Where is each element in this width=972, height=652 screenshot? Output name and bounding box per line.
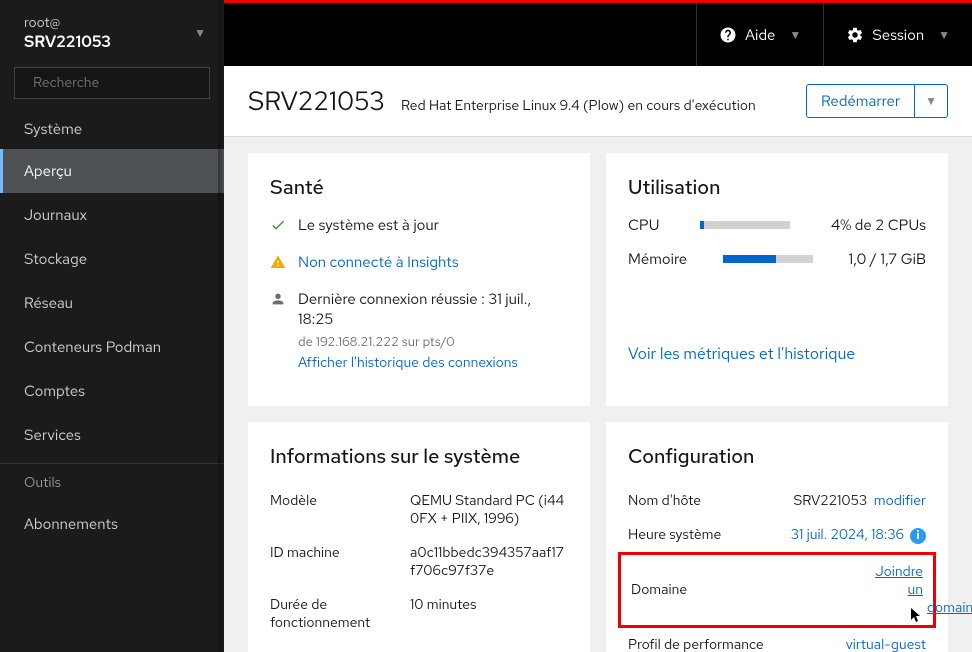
lastlogin-label: Dernière connexion réussie : <box>298 289 488 309</box>
user-name: root@ <box>24 14 111 32</box>
mem-label: Mémoire <box>628 249 687 269</box>
insights-link[interactable]: Non connecté à Insights <box>298 252 459 272</box>
sysinfo-title: Informations sur le système <box>270 444 568 470</box>
page-title: SRV221053 <box>248 84 385 118</box>
domain-label: Domaine <box>631 581 687 599</box>
edit-hostname-link[interactable]: modifier <box>874 492 926 510</box>
cpu-bar <box>700 221 790 229</box>
user-icon <box>270 291 286 312</box>
info-row-machineid: ID machine a0c11bbedc394357aaf17f706c97f… <box>270 536 568 588</box>
nav-item-storage[interactable]: Stockage <box>0 237 224 281</box>
nav-item-subscriptions[interactable]: Abonnements <box>0 502 224 546</box>
nav-section-tools: Outils <box>0 463 224 502</box>
cursor-icon <box>911 608 923 624</box>
user-dropdown[interactable]: root@ SRV221053 ▼ <box>0 0 224 67</box>
domain-highlight: Domaine Joindre un domaine <box>618 552 936 628</box>
config-title: Configuration <box>628 444 926 470</box>
reboot-button[interactable]: Redémarrer <box>806 84 915 118</box>
uptime-value: 10 minutes <box>410 596 568 632</box>
config-row-perf: Profil de performance virtual-guest <box>628 628 926 652</box>
join-domain-link[interactable]: Joindre un domaine <box>875 563 972 617</box>
health-card: Santé Le système est à jour Non connecté… <box>248 153 590 406</box>
perf-value-link[interactable]: virtual-guest <box>846 636 926 652</box>
time-label: Heure système <box>628 526 721 544</box>
nav-item-services[interactable]: Services <box>0 413 224 457</box>
chevron-down-icon: ▼ <box>938 27 950 43</box>
help-label: Aide <box>745 25 775 45</box>
page-header: SRV221053 Red Hat Enterprise Linux 9.4 (… <box>224 66 972 137</box>
hostname-label: Nom d'hôte <box>628 492 701 510</box>
gear-icon <box>846 26 864 44</box>
sidebar: root@ SRV221053 ▼ Système Aperçu Journau… <box>0 0 224 652</box>
model-value: QEMU Standard PC (i440FX + PIIX, 1996) <box>410 492 568 528</box>
cpu-label: CPU <box>628 215 659 235</box>
search-input[interactable] <box>14 67 210 99</box>
main: Aide ▼ Session ▼ SRV221053 Red Hat Enter… <box>224 0 972 652</box>
search-field[interactable] <box>33 74 201 92</box>
nav-item-network[interactable]: Réseau <box>0 281 224 325</box>
login-history-link[interactable]: Afficher l'historique des connexions <box>298 354 568 372</box>
info-row-uptime: Durée de fonctionnement 10 minutes <box>270 588 568 640</box>
config-row-domain: Domaine Joindre un domaine <box>631 563 923 617</box>
session-label: Session <box>872 25 924 45</box>
help-icon <box>719 26 737 44</box>
host-name: SRV221053 <box>24 32 111 53</box>
help-menu[interactable]: Aide ▼ <box>696 3 823 66</box>
nav-item-logs[interactable]: Journaux <box>0 193 224 237</box>
machineid-value: a0c11bbedc394357aaf17f706c97f37e <box>410 544 568 580</box>
machineid-label: ID machine <box>270 544 410 580</box>
topbar: Aide ▼ Session ▼ <box>224 0 972 66</box>
mem-bar <box>723 255 813 263</box>
perf-label: Profil de performance <box>628 636 764 652</box>
time-value-link[interactable]: 31 juil. 2024, 18:36 <box>791 526 904 544</box>
lastlogin-from: de 192.168.21.222 sur pts/0 <box>298 333 568 350</box>
metrics-link[interactable]: Voir les métriques et l'historique <box>628 343 926 364</box>
chevron-down-icon: ▼ <box>789 27 801 43</box>
reboot-caret[interactable]: ▼ <box>915 84 948 118</box>
nav-section-system: Système <box>0 109 224 149</box>
sysinfo-card: Informations sur le système Modèle QEMU … <box>248 422 590 652</box>
hostname-value: SRV221053 <box>793 492 867 510</box>
session-menu[interactable]: Session ▼ <box>823 3 972 66</box>
chevron-down-icon: ▼ <box>194 25 206 41</box>
health-title: Santé <box>270 175 568 201</box>
chevron-down-icon: ▼ <box>925 93 937 109</box>
nav-item-overview[interactable]: Aperçu <box>0 149 224 193</box>
warning-icon <box>270 254 286 275</box>
uptodate-text: Le système est à jour <box>298 215 439 235</box>
info-row-model: Modèle QEMU Standard PC (i440FX + PIIX, … <box>270 484 568 536</box>
check-icon <box>270 217 286 238</box>
usage-card: Utilisation CPU 4% de 2 CPUs Mémoire 1,0… <box>606 153 948 406</box>
config-card: Configuration Nom d'hôte SRV221053 modif… <box>606 422 948 652</box>
nav-item-accounts[interactable]: Comptes <box>0 369 224 413</box>
config-row-time: Heure système 31 juil. 2024, 18:36 i <box>628 518 926 552</box>
uptime-label: Durée de fonctionnement <box>270 596 410 632</box>
info-icon[interactable]: i <box>910 528 926 544</box>
mem-value: 1,0 / 1,7 GiB <box>849 249 926 269</box>
cpu-value: 4% de 2 CPUs <box>831 215 926 235</box>
page-subtitle: Red Hat Enterprise Linux 9.4 (Plow) en c… <box>401 97 756 115</box>
config-row-hostname: Nom d'hôte SRV221053 modifier <box>628 484 926 518</box>
nav-item-podman[interactable]: Conteneurs Podman <box>0 325 224 369</box>
model-label: Modèle <box>270 492 410 528</box>
usage-title: Utilisation <box>628 175 926 201</box>
